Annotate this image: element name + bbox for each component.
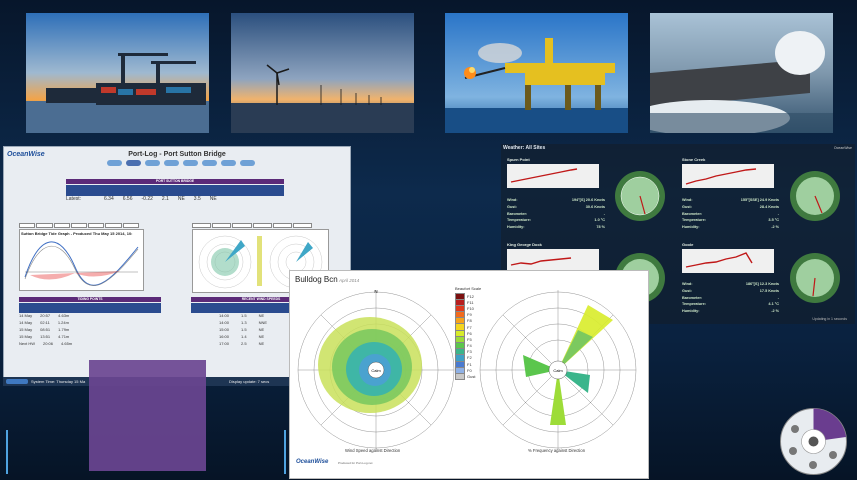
site-name-king-george-dock: King George Dock: [507, 242, 542, 247]
beaufort-label: F2: [467, 355, 472, 361]
svg-text:Calm: Calm: [553, 368, 563, 373]
beaufort-label: Gust: [467, 374, 476, 380]
purple-overlay-panel[interactable]: [89, 360, 206, 471]
latest-row: Latest: 6.34 6.56 -0.22 2.1 NE 3.5 NE: [66, 196, 217, 202]
beaufort-swatch: [455, 372, 465, 381]
stone-creek-graph: [682, 164, 774, 188]
stone-creek-values: 155°[SSE] 24.9 Knots 28.4 Knots -3.5 °C -2 …: [740, 198, 779, 230]
beaufort-label: F6: [467, 330, 472, 336]
table-row: 15 May 13:51 4.71m: [19, 334, 70, 339]
status-button[interactable]: [6, 378, 28, 384]
tide-graph: Sutton Bridge Tide Graph - Produced Thu …: [19, 229, 144, 291]
tide-table-header: [19, 303, 161, 313]
svg-text:N: N: [374, 289, 377, 294]
bulldog-footer-logo: OceanWise: [296, 459, 329, 465]
spurn-point-values: 194°[S] 20.6 Knots 30.6 Knots -1.0 °C 78 %: [571, 198, 605, 230]
svg-text:Calm: Calm: [371, 368, 381, 373]
goole-graph: [682, 249, 774, 273]
site-name-stone-creek: Stone Creek: [682, 157, 706, 162]
bulldog-subtitle: April 2014: [339, 278, 360, 283]
readings-header: [66, 185, 284, 196]
left-rose-caption: Wind Speed against Direction: [345, 448, 401, 453]
wind-speed-value: 2.1: [161, 196, 169, 202]
nav-button-1[interactable]: [107, 160, 122, 166]
tide-table-title: TIDING POINTS: [19, 297, 161, 302]
gust-speed-value: 3.5: [193, 196, 201, 202]
nav-button-6[interactable]: [202, 160, 217, 166]
nav-button-5[interactable]: [183, 160, 198, 166]
gust-direction-value: NE: [209, 196, 217, 202]
table-row: 14 May 02:11 1.24m: [19, 320, 69, 325]
breakwater-photo[interactable]: [650, 13, 833, 133]
site-name-spurn-point: Spurn Point: [507, 157, 530, 162]
beaufort-label: F9: [467, 312, 472, 318]
nav-button-4[interactable]: [164, 160, 179, 166]
bulldog-footer-text: Produced for Port-Log.net: [338, 461, 373, 465]
goole-labels: Wind: Gust: Barometer: Temperature: Humidity…: [682, 282, 706, 314]
nav-button-8[interactable]: [240, 160, 255, 166]
bulldog-windrose-window[interactable]: Bulldog Bcn April 2014 Calm N Beaufort S…: [289, 270, 649, 479]
table-row: Next HW 20:06 4.65m: [19, 341, 73, 346]
site-name-goole: Goole: [682, 242, 694, 247]
weather-title: Weather: All Sites: [503, 145, 546, 151]
spurn-point-graph: [507, 164, 599, 188]
portlog-title: Port-Log - Port Sutton Bridge: [128, 151, 226, 158]
beaufort-label: F12: [467, 293, 474, 299]
goole-compass-icon: [790, 253, 840, 303]
beaufort-label: F10: [467, 305, 474, 311]
beaufort-label: F8: [467, 318, 472, 324]
offshore-wind-photo[interactable]: [231, 13, 414, 133]
wind-direction-value: NE: [177, 196, 185, 202]
beaufort-label: F4: [467, 343, 472, 349]
section-title: PORT SUTTON BRIDGE: [66, 179, 284, 184]
wind-speed-rose: Calm N: [297, 289, 455, 450]
table-row: 15 May 08:51 1.79m: [19, 327, 70, 332]
surge-value: -0.22: [141, 196, 153, 202]
nav-button-2[interactable]: [126, 160, 141, 166]
tide-range-tabs[interactable]: [19, 223, 139, 228]
predicted-value: 6.56: [122, 196, 133, 202]
spurn-point-labels: Wind: Gust: Barometer: Temperature: Humidity…: [507, 198, 531, 230]
right-rose-caption: % Frequency against Direction: [528, 448, 586, 453]
stone-creek-labels: Wind: Gust: Barometer: Temperature: Humidity…: [682, 198, 706, 230]
table-row: 14 May 20:57 4.63m: [19, 313, 70, 318]
stone-creek-compass-icon: [790, 171, 840, 221]
container-port-photo[interactable]: [26, 13, 209, 133]
nav-button-3[interactable]: [145, 160, 160, 166]
bulldog-title: Bulldog Bcn: [295, 275, 338, 284]
spurn-point-compass-icon: [615, 171, 665, 221]
goole-values: 186°[S] 12.3 Knots 17.5 Knots -4.1 °C -2 %: [745, 282, 779, 314]
observed-value: 6.34: [104, 196, 114, 202]
beaufort-label: F7: [467, 324, 472, 330]
frequency-rose: Calm: [479, 290, 637, 450]
weather-footer: Updating in 1 seconds: [812, 317, 847, 321]
wind-range-tabs[interactable]: [192, 223, 313, 228]
beaufort-label: F1: [467, 361, 472, 367]
navigation-hub-icon[interactable]: [779, 407, 848, 476]
tide-graph-title: Sutton Bridge Tide Graph - Produced Thu …: [21, 231, 133, 236]
display-update: Display update: 7 secs: [229, 379, 270, 384]
beaufort-label: F0: [467, 367, 472, 373]
beaufort-label: F11: [467, 299, 474, 305]
left-accent-bar: [6, 430, 8, 474]
system-time: System Time: Thursday 15 Ma: [31, 379, 86, 384]
nav-button-7[interactable]: [221, 160, 236, 166]
center-accent-bar: [284, 430, 286, 474]
beaufort-label: F3: [467, 349, 472, 355]
tide-table: 14 May 20:57 4.63m 14 May 02:11 1.24m 15 May…: [19, 313, 161, 348]
latest-label: Latest:: [66, 196, 82, 202]
beaufort-label: F5: [467, 336, 472, 342]
weather-corner-logo: OceanWise: [833, 146, 852, 150]
oil-platform-photo[interactable]: [445, 13, 628, 133]
